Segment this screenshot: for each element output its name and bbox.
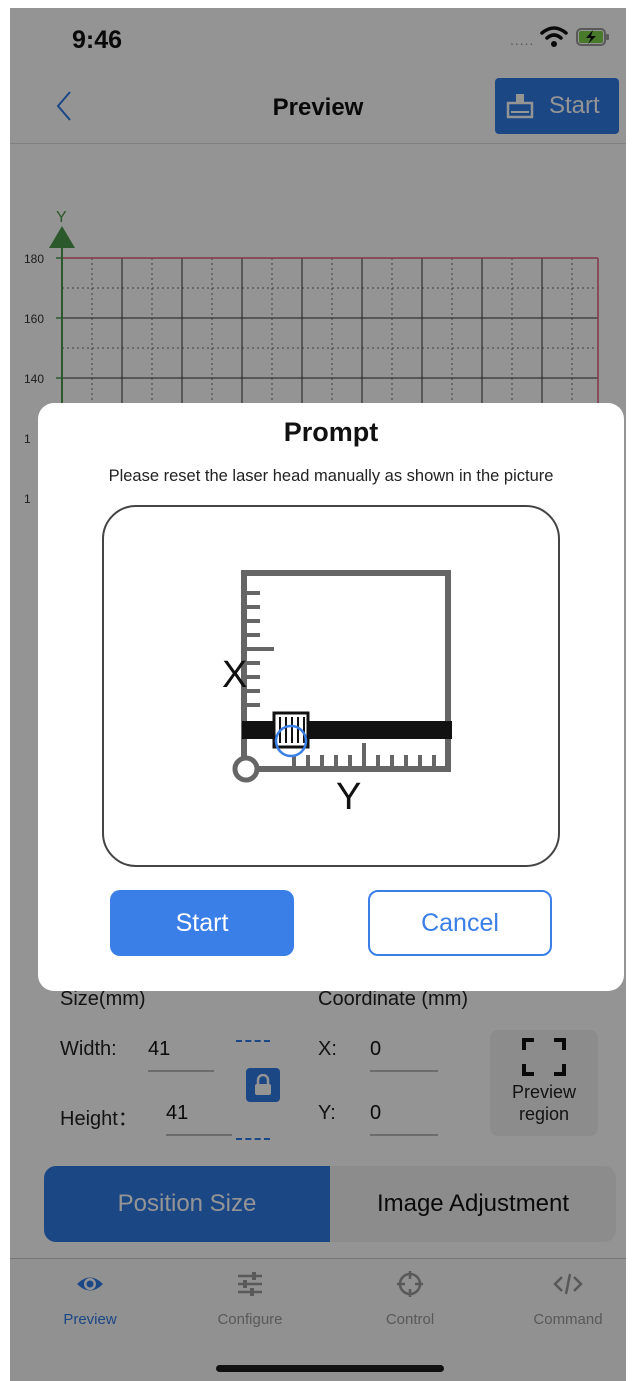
diagram-x-label: X bbox=[222, 654, 247, 696]
laser-reset-diagram: X Y bbox=[222, 570, 452, 818]
diagram-y-label: Y bbox=[336, 776, 361, 818]
dialog-title: Prompt bbox=[283, 417, 379, 447]
dialog-start-button[interactable]: Start bbox=[110, 890, 294, 956]
dialog-cancel-button[interactable]: Cancel bbox=[368, 890, 552, 956]
home-indicator bbox=[216, 1365, 444, 1372]
phone-screen: 9:46 ..... Preview Start Y1801601401 bbox=[10, 8, 626, 1381]
reset-illustration: X Y bbox=[102, 505, 560, 867]
prompt-dialog: Prompt Please reset the laser head manua… bbox=[38, 403, 624, 991]
dialog-message: Please reset the laser head manually as … bbox=[108, 467, 554, 485]
